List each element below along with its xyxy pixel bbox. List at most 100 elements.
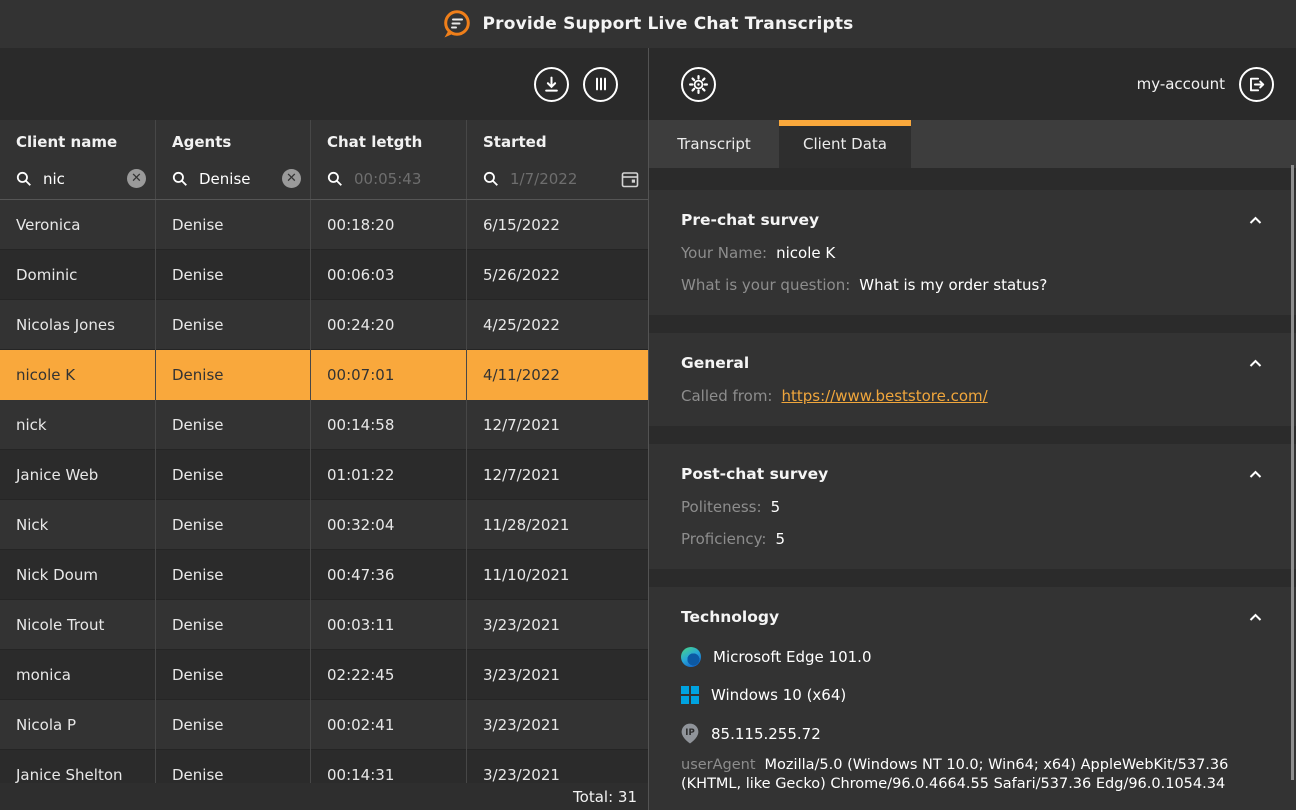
cell-client-name: Janice Web (0, 450, 156, 500)
cell-started: 4/11/2022 (467, 350, 648, 400)
cell-chat-length: 00:07:01 (311, 350, 467, 400)
windows-icon (681, 686, 699, 704)
settings-button[interactable] (681, 67, 716, 102)
download-button[interactable] (534, 67, 569, 102)
cell-chat-length: 00:14:58 (311, 400, 467, 450)
field-row: Politeness:5 (681, 497, 1264, 517)
cell-started: 4/25/2022 (467, 300, 648, 350)
field-row: Called from: https://www.beststore.com/ (681, 386, 1264, 406)
called-from-link[interactable]: https://www.beststore.com/ (781, 387, 987, 405)
cell-started: 11/28/2021 (467, 500, 648, 550)
table-row[interactable]: Dominic Denise 00:06:03 5/26/2022 (0, 250, 648, 300)
cell-started: 6/15/2022 (467, 200, 648, 250)
field-label: userAgent (681, 757, 756, 773)
table-row[interactable]: nicole K Denise 00:07:01 4/11/2022 (0, 350, 648, 400)
cell-started: 3/23/2021 (467, 600, 648, 650)
account-name: my-account (1137, 75, 1225, 93)
cell-client-name: Nicola P (0, 700, 156, 750)
chevron-up-icon[interactable] (1247, 605, 1264, 628)
filter-value: Denise (199, 170, 251, 188)
list-toolbar (0, 48, 648, 120)
table-row[interactable]: monica Denise 02:22:45 3/23/2021 (0, 650, 648, 700)
cell-started: 11/10/2021 (467, 550, 648, 600)
table-row[interactable]: Nicolas Jones Denise 00:24:20 4/25/2022 (0, 300, 648, 350)
columns-button[interactable] (583, 67, 618, 102)
app-title: Provide Support Live Chat Transcripts (482, 14, 853, 34)
tech-item-text: Windows 10 (x64) (711, 686, 846, 704)
cell-started: 12/7/2021 (467, 450, 648, 500)
cell-client-name: Nicolas Jones (0, 300, 156, 350)
table-row[interactable]: Nick Denise 00:32:04 11/28/2021 (0, 500, 648, 550)
app-header: Provide Support Live Chat Transcripts (0, 0, 1296, 48)
filter-value: nic (43, 170, 65, 188)
cell-started: 5/26/2022 (467, 250, 648, 300)
section-title: Post-chat survey (681, 465, 828, 483)
table-body: Veronica Denise 00:18:20 6/15/2022 Domin… (0, 200, 648, 800)
field-value: nicole K (776, 244, 835, 262)
cell-client-name: Nick (0, 500, 156, 550)
cell-agent: Denise (156, 550, 311, 600)
column-label: Agents (172, 133, 310, 151)
gear-icon (688, 74, 709, 95)
detail-section: Pre-chat survey Your Name:nicole KWhat i… (649, 190, 1296, 315)
table-row[interactable]: nick Denise 00:14:58 12/7/2021 (0, 400, 648, 450)
column-client-name: Client name nic ✕ (0, 120, 156, 199)
cell-chat-length: 00:06:03 (311, 250, 467, 300)
search-icon (483, 171, 499, 187)
cell-chat-length: 00:03:11 (311, 600, 467, 650)
detail-section: General Called from: https://www.beststor… (649, 333, 1296, 426)
table-row[interactable]: Nick Doum Denise 00:47:36 11/10/2021 (0, 550, 648, 600)
field-value: What is my order status? (859, 276, 1047, 294)
cell-started: 3/23/2021 (467, 650, 648, 700)
filter-placeholder: 00:05:43 (354, 170, 421, 188)
table-row[interactable]: Veronica Denise 00:18:20 6/15/2022 (0, 200, 648, 250)
logout-button[interactable] (1239, 67, 1274, 102)
clear-filter-icon[interactable]: ✕ (282, 169, 301, 188)
calendar-icon[interactable] (621, 170, 639, 192)
clear-filter-icon[interactable]: ✕ (127, 169, 146, 188)
field-value: 5 (771, 498, 781, 516)
download-icon (543, 76, 560, 93)
svg-text:IP: IP (685, 728, 694, 738)
cell-started: 3/23/2021 (467, 700, 648, 750)
tech-item-text: Microsoft Edge 101.0 (713, 648, 872, 666)
column-label: Chat letgth (327, 133, 466, 151)
table-row[interactable]: Nicole Trout Denise 00:03:11 3/23/2021 (0, 600, 648, 650)
chat-length-filter-input[interactable]: 00:05:43 (327, 168, 466, 190)
chevron-up-icon[interactable] (1247, 208, 1264, 231)
detail-tabs: Transcript Client Data (649, 120, 1296, 168)
search-icon (172, 171, 188, 187)
table-row[interactable]: Nicola P Denise 00:02:41 3/23/2021 (0, 700, 648, 750)
tech-item: Microsoft Edge 101.0 (681, 647, 1264, 667)
cell-started: 12/7/2021 (467, 400, 648, 450)
cell-agent: Denise (156, 200, 311, 250)
section-title: General (681, 354, 749, 372)
cell-agent: Denise (156, 250, 311, 300)
tech-item: Windows 10 (x64) (681, 686, 1264, 704)
tab-client-data[interactable]: Client Data (779, 120, 911, 168)
cell-client-name: Veronica (0, 200, 156, 250)
cell-chat-length: 00:02:41 (311, 700, 467, 750)
cell-agent: Denise (156, 600, 311, 650)
column-agents: Agents Denise ✕ (156, 120, 311, 199)
ip-pin-icon: IP (681, 723, 699, 744)
chevron-up-icon[interactable] (1247, 351, 1264, 374)
transcript-detail-panel: my-account Transcript Client Data Pre-ch… (649, 48, 1296, 810)
field-label: Called from: (681, 387, 772, 405)
tab-transcript[interactable]: Transcript (649, 120, 779, 168)
cell-client-name: monica (0, 650, 156, 700)
field-label: Your Name: (681, 244, 767, 262)
chevron-up-icon[interactable] (1247, 462, 1264, 485)
cell-client-name: nicole K (0, 350, 156, 400)
cell-agent: Denise (156, 650, 311, 700)
cell-agent: Denise (156, 450, 311, 500)
cell-chat-length: 01:01:22 (311, 450, 467, 500)
section-title: Technology (681, 608, 779, 626)
table-row[interactable]: Janice Web Denise 01:01:22 12/7/2021 (0, 450, 648, 500)
field-label: Proficiency: (681, 530, 766, 548)
cell-chat-length: 00:24:20 (311, 300, 467, 350)
edge-icon (681, 647, 701, 667)
scrollbar-thumb[interactable] (1291, 165, 1294, 780)
field-row: What is your question:What is my order s… (681, 275, 1264, 295)
column-started: Started 1/7/2022 (467, 120, 648, 199)
